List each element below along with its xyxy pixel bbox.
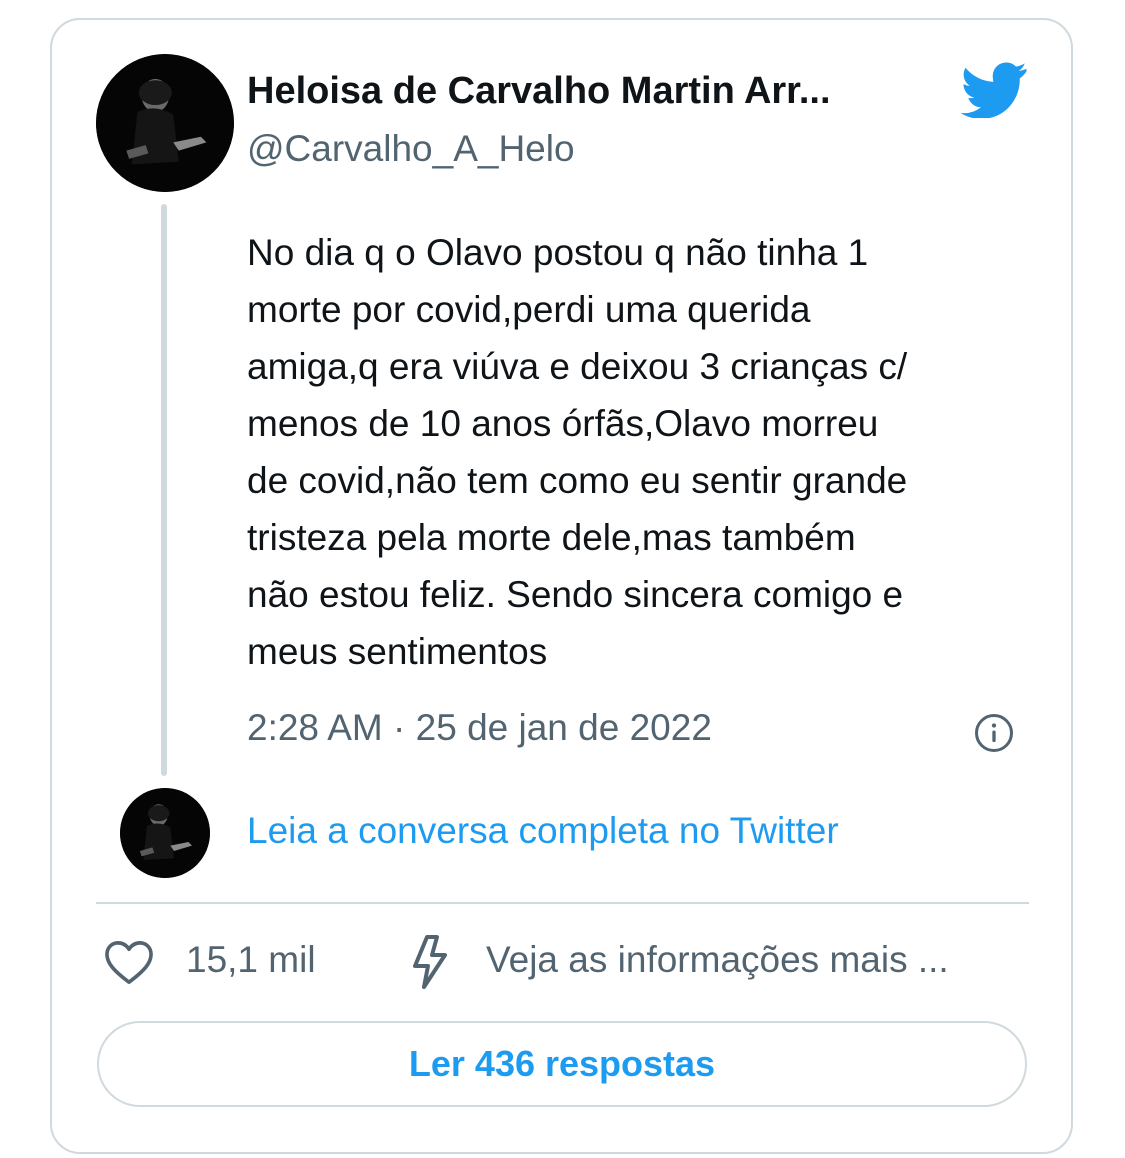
divider [96, 902, 1029, 904]
avatar-photo [96, 54, 234, 192]
heart-icon[interactable] [103, 940, 155, 986]
read-full-conversation-link[interactable]: Leia a conversa completa no Twitter [247, 810, 839, 852]
avatar-photo-small [120, 788, 210, 878]
author-avatar[interactable] [96, 54, 234, 192]
tweet-timestamp[interactable]: 2:28 AM · 25 de jan de 2022 [247, 707, 712, 749]
read-replies-button[interactable]: Ler 436 respostas [97, 1021, 1027, 1107]
lightning-bolt-icon[interactable] [410, 934, 450, 990]
like-count[interactable]: 15,1 mil [186, 939, 316, 981]
reply-avatar[interactable] [120, 788, 210, 878]
author-display-name[interactable]: Heloisa de Carvalho Martin Arr... [247, 70, 831, 113]
thread-connector-line [161, 204, 167, 776]
author-handle[interactable]: @Carvalho_A_Helo [247, 128, 575, 170]
twitter-bird-icon[interactable] [960, 62, 1028, 118]
tweet-body-text: No dia q o Olavo postou q não tinha 1 mo… [247, 232, 908, 672]
info-icon[interactable] [974, 713, 1014, 753]
more-info-link[interactable]: Veja as informações mais ... [486, 939, 949, 981]
